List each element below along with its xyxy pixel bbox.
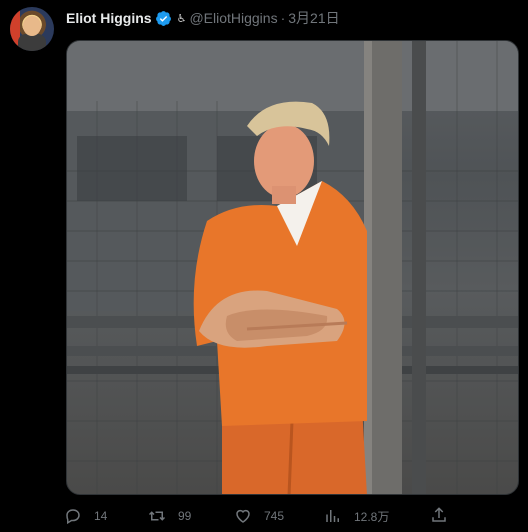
avatar-body: [18, 34, 46, 51]
tweet-header: Eliot Higgins ♿ @EliotHiggins · 3月21日: [66, 8, 340, 28]
reply-icon: [66, 509, 80, 525]
verified-badge-icon[interactable]: [155, 10, 172, 27]
reply-count: 14: [94, 509, 108, 523]
views-button[interactable]: 12.8万: [324, 505, 389, 527]
name-emoji: ♿: [176, 12, 187, 25]
avatar-face: [23, 16, 41, 36]
author-avatar[interactable]: [10, 7, 54, 51]
prison-scene-illustration: [67, 41, 518, 494]
reply-button[interactable]: 14: [64, 505, 107, 527]
author-name[interactable]: Eliot Higgins: [66, 10, 152, 26]
heart-icon: [236, 509, 250, 523]
tweet-date[interactable]: 3月21日: [288, 8, 339, 28]
share-icon[interactable]: [430, 506, 448, 524]
retweet-button[interactable]: 99: [148, 505, 191, 527]
views-chart-icon: [326, 510, 339, 522]
tweet-actions: 14 99 745 12.8万: [62, 505, 462, 527]
retweet-count: 99: [178, 509, 192, 523]
retweet-icon: [148, 511, 166, 521]
author-handle[interactable]: @EliotHiggins: [189, 10, 277, 26]
header-separator: ·: [280, 10, 286, 26]
tweet-image[interactable]: [66, 40, 519, 495]
like-button[interactable]: 745: [234, 505, 284, 527]
like-count: 745: [264, 509, 285, 523]
views-count: 12.8万: [354, 509, 390, 524]
